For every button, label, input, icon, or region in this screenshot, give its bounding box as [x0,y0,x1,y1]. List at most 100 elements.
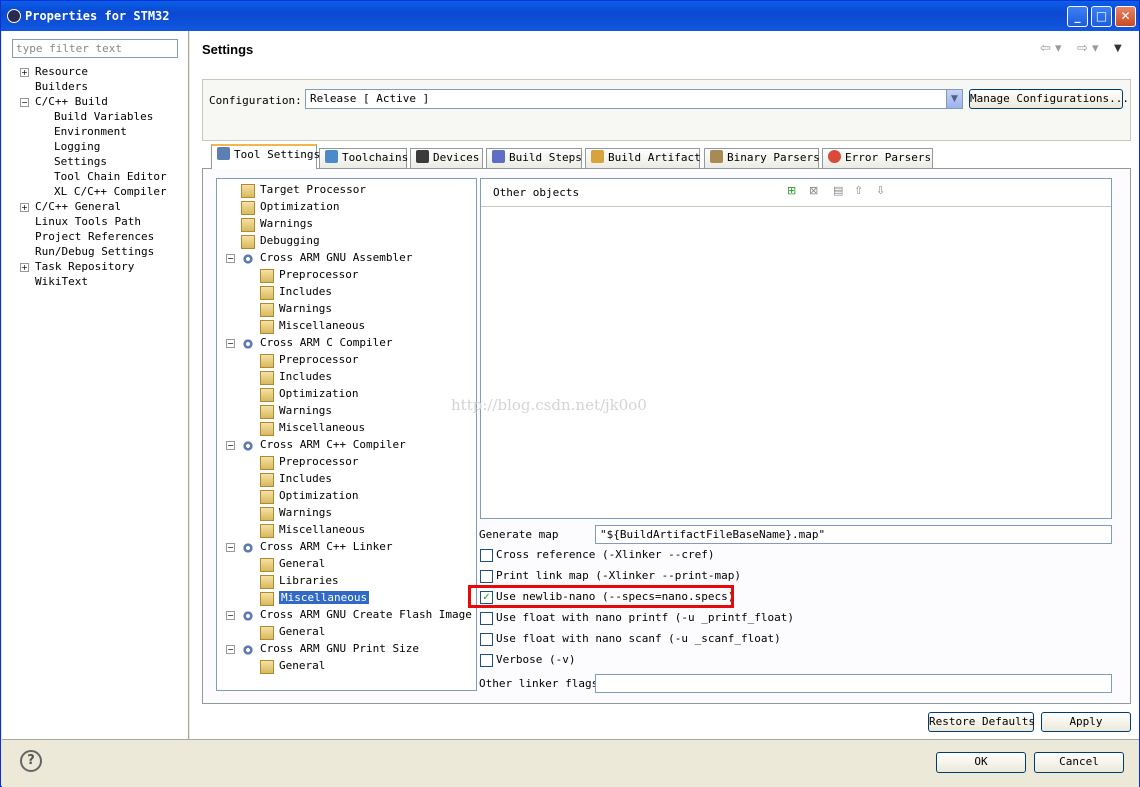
minimize-button[interactable]: _ [1067,6,1088,27]
tab-error-parsers[interactable]: Error Parsers [822,148,933,168]
edit-icon[interactable]: ▤ [833,184,847,200]
tree-item[interactable]: Cross ARM GNU Assembler [260,251,412,264]
tree-item[interactable]: Includes [279,472,332,485]
delete-icon[interactable]: ⊠ [809,184,823,200]
tool-gear-icon [241,541,255,555]
nav-item[interactable]: Project References [35,230,154,243]
tree-item[interactable]: Warnings [260,217,313,230]
cancel-button[interactable]: Cancel [1034,752,1124,773]
nav-item[interactable]: Linux Tools Path [35,215,141,228]
tree-item[interactable]: General [279,625,325,638]
checkbox[interactable] [480,654,493,667]
nav-item[interactable]: Run/Debug Settings [35,245,154,258]
tree-item[interactable]: Cross ARM C++ Compiler [260,438,406,451]
tab-label: Error Parsers [845,151,932,164]
other-linker-flags-input[interactable] [595,674,1112,693]
nav-item[interactable]: Tool Chain Editor [54,170,167,183]
help-icon[interactable]: ? [20,750,42,772]
nav-item[interactable]: WikiText [35,275,88,288]
generate-map-input[interactable]: "${BuildArtifactFileBaseName}.map" [595,525,1112,544]
add-icon[interactable]: ⊞ [787,184,801,200]
manage-configurations-button[interactable]: Manage Configurations... [969,89,1129,109]
nav-item[interactable]: Environment [54,125,127,138]
nav-item[interactable]: Resource [35,65,88,78]
collapse-toggle-icon[interactable]: − [226,441,235,450]
forward-arrow-icon[interactable]: ⇨ ▾ [1077,41,1099,56]
tree-item[interactable]: General [279,557,325,570]
title-bar[interactable]: Properties for STM32 _ □ ✕ [1,1,1139,31]
tab-build-steps[interactable]: Build Steps [486,148,582,168]
collapse-toggle-icon[interactable]: − [226,339,235,348]
filter-input[interactable]: type filter text [12,39,178,58]
other-objects-panel: Other objects ⊞ ⊠ ▤ ⇧ ⇩ [480,178,1112,519]
tree-item[interactable]: General [279,659,325,672]
chevron-down-icon[interactable]: ▼ [946,90,962,108]
tree-item[interactable]: Debugging [260,234,320,247]
checkbox[interactable] [480,549,493,562]
option-gear-icon [260,473,274,487]
tree-item[interactable]: Cross ARM C++ Linker [260,540,392,553]
move-up-icon[interactable]: ⇧ [854,184,868,200]
ok-button[interactable]: OK [936,752,1026,773]
dialog-button-bar: ? OK Cancel [2,739,1139,787]
tree-item[interactable]: Cross ARM GNU Print Size [260,642,419,655]
back-arrow-icon[interactable]: ⇦ ▾ [1040,41,1062,56]
checkbox[interactable] [480,570,493,583]
tree-item[interactable]: Miscellaneous [279,591,370,604]
configuration-select[interactable]: Release [ Active ] ▼ [305,89,963,109]
tab-devices[interactable]: Devices [410,148,483,168]
nav-item[interactable]: XL C/C++ Compiler [54,185,167,198]
apply-button[interactable]: Apply [1041,712,1131,732]
nav-item[interactable]: Builders [35,80,88,93]
expand-toggle-icon[interactable]: + [20,263,29,272]
tree-item[interactable]: Cross ARM GNU Create Flash Image [260,608,472,621]
tree-item[interactable]: Target Processor [260,183,366,196]
tree-item[interactable]: Optimization [260,200,339,213]
tree-item[interactable]: Miscellaneous [279,319,365,332]
tree-item[interactable]: Warnings [279,302,332,315]
tab-binary-parsers[interactable]: Binary Parsers [704,148,820,168]
collapse-toggle-icon[interactable]: − [226,611,235,620]
expand-toggle-icon[interactable]: + [20,203,29,212]
watermark-text: http://blog.csdn.net/jk0o0 [451,396,647,414]
tree-item[interactable]: Miscellaneous [279,421,365,434]
collapse-toggle-icon[interactable]: − [226,543,235,552]
tree-item[interactable]: Optimization [279,387,358,400]
nav-item[interactable]: Build Variables [54,110,153,123]
nav-item[interactable]: Logging [54,140,100,153]
tree-item[interactable]: Preprocessor [279,353,358,366]
expand-toggle-icon[interactable]: + [20,68,29,77]
tab-build-artifact[interactable]: Build Artifact [585,148,701,168]
collapse-toggle-icon[interactable]: − [226,645,235,654]
close-button[interactable]: ✕ [1115,6,1136,27]
tree-item[interactable]: Optimization [279,489,358,502]
tree-item[interactable]: Cross ARM C Compiler [260,336,392,349]
collapse-toggle-icon[interactable]: − [226,254,235,263]
move-down-icon[interactable]: ⇩ [876,184,890,200]
tree-item[interactable]: Includes [279,370,332,383]
nav-item[interactable]: Task Repository [35,260,134,273]
checkbox[interactable] [480,633,493,646]
nav-item[interactable]: C/C++ General [35,200,121,213]
tree-item[interactable]: Warnings [279,506,332,519]
tree-item[interactable]: Libraries [279,574,339,587]
option-gear-icon [260,320,274,334]
expand-toggle-icon[interactable]: − [20,98,29,107]
restore-defaults-button[interactable]: Restore Defaults [928,712,1035,732]
tree-item[interactable]: Warnings [279,404,332,417]
tree-item[interactable]: Preprocessor [279,455,358,468]
tab-label: Build Artifact [608,151,701,164]
maximize-button[interactable]: □ [1091,6,1112,27]
nav-item[interactable]: C/C++ Build [35,95,108,108]
tree-item[interactable]: Preprocessor [279,268,358,281]
tree-item[interactable]: Miscellaneous [279,523,365,536]
generate-map-label: Generate map [479,528,559,541]
checkbox[interactable] [480,612,493,625]
configuration-value: Release [ Active ] [310,92,430,105]
nav-item[interactable]: Settings [54,155,107,168]
tree-item[interactable]: Includes [279,285,332,298]
checkbox-label: Print link map (-Xlinker --print-map) [496,569,742,582]
view-menu-icon[interactable]: ▼ [1114,43,1122,54]
tab-tool-settings[interactable]: Tool Settings [211,144,320,169]
tab-toolchains[interactable]: Toolchains [319,148,408,168]
